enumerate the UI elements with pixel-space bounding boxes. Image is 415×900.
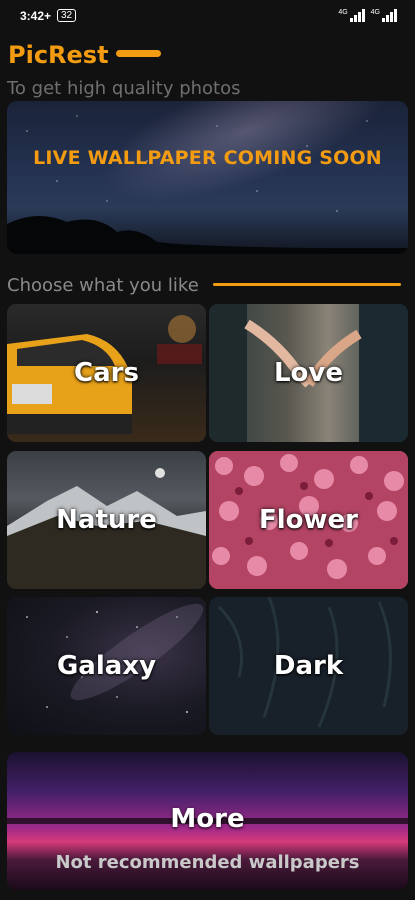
category-card-flower[interactable]: Flower: [209, 451, 408, 589]
signal-indicators: 4G 4G: [338, 9, 397, 22]
category-card-cars[interactable]: Cars: [7, 304, 206, 442]
signal-icon: 4G: [338, 9, 365, 22]
section-title: Choose what you like: [7, 275, 199, 296]
category-label: Cars: [74, 358, 139, 388]
category-card-galaxy[interactable]: Galaxy: [7, 597, 206, 735]
banner-text: LIVE WALLPAPER COMING SOON: [33, 147, 382, 169]
app-subtitle: To get high quality photos: [7, 78, 241, 99]
more-card[interactable]: More Not recommended wallpapers: [7, 752, 408, 890]
live-wallpaper-banner[interactable]: LIVE WALLPAPER COMING SOON: [7, 101, 408, 254]
hills-silhouette: [7, 215, 408, 254]
battery-icon: 32: [57, 9, 77, 22]
category-label: Flower: [258, 505, 358, 535]
category-card-love[interactable]: Love: [209, 304, 408, 442]
category-label: Galaxy: [56, 651, 157, 681]
signal-icon: 4G: [371, 9, 397, 22]
category-card-nature[interactable]: Nature: [7, 451, 206, 589]
more-label: More: [170, 804, 245, 834]
status-bar: 3:42+ 32 4G 4G: [0, 0, 415, 32]
category-label: Nature: [56, 505, 157, 535]
title-accent-bar: [116, 50, 161, 57]
category-label: Love: [273, 358, 343, 388]
category-label: Dark: [273, 651, 344, 681]
status-time: 3:42+: [20, 9, 52, 23]
section-accent-line: [213, 283, 401, 286]
app-title: PicRest: [8, 41, 109, 69]
more-subtitle: Not recommended wallpapers: [55, 852, 360, 873]
category-card-dark[interactable]: Dark: [209, 597, 408, 735]
